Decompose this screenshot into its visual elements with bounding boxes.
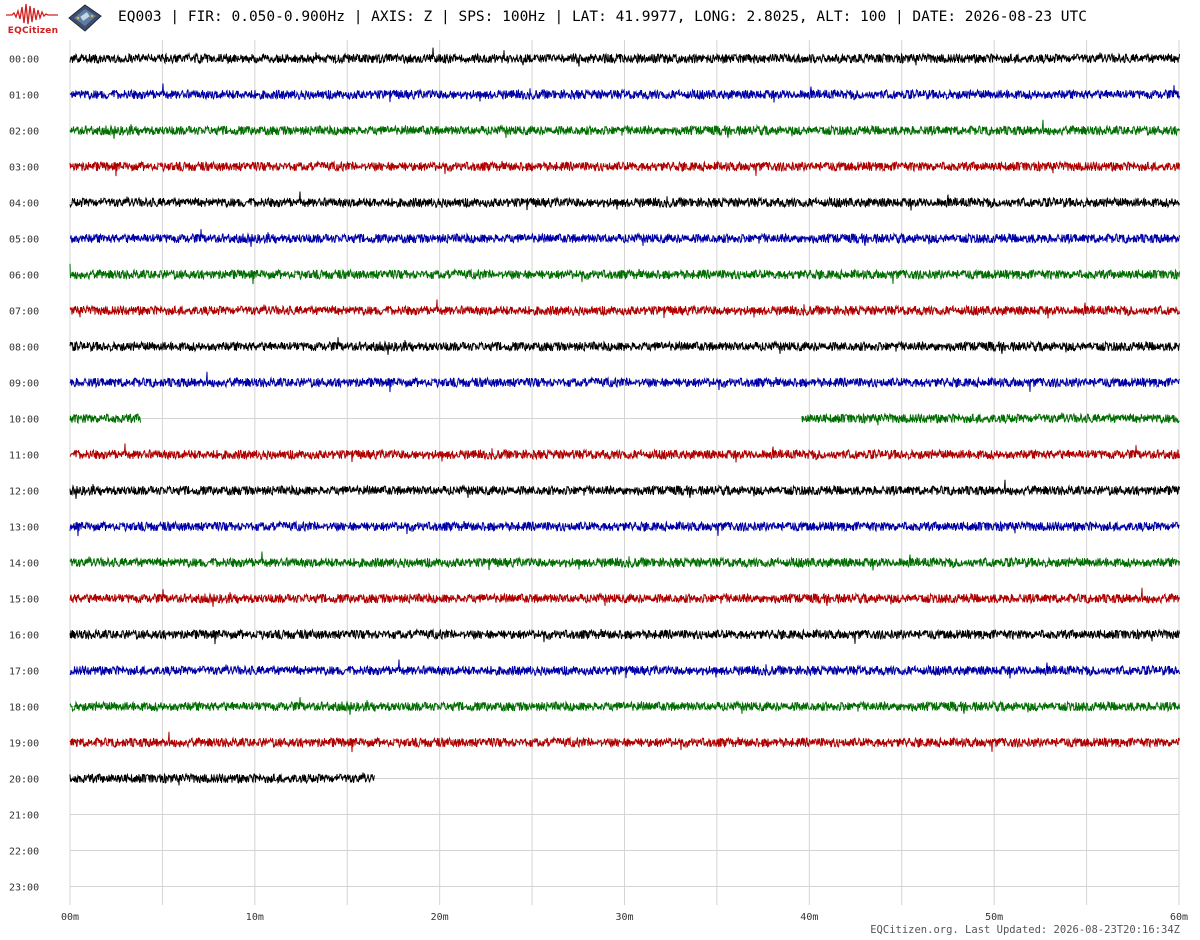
hour-tick-label: 04:00: [9, 199, 39, 210]
hour-tick-label: 11:00: [9, 451, 39, 462]
station-info-title: EQ003 | FIR: 0.050-0.900Hz | AXIS: Z | S…: [118, 9, 1088, 25]
hour-tick-label: 18:00: [9, 703, 39, 714]
hour-tick-label: 20:00: [9, 775, 39, 786]
minute-labels: 00m 10m 20m 30m 40m 50m 60m: [61, 912, 1188, 923]
trace-2000: [69, 772, 375, 786]
eqcitizen-logo: EQCitizen: [4, 2, 60, 36]
hour-tick-label: 19:00: [9, 739, 39, 750]
hour-tick-label: 13:00: [9, 523, 39, 534]
hour-labels: 00:00 01:00 02:00 03:00 04:00 05:00 06:00 07:00…: [9, 55, 39, 894]
helicorder-chart: 00:00 01:00 02:00 03:00 04:00 05:00 06:00 07:00…: [9, 40, 1188, 923]
hour-tick-label: 03:00: [9, 163, 39, 174]
hour-tick-label: 00:00: [9, 55, 39, 66]
hour-tick-label: 14:00: [9, 559, 39, 570]
sensor-device-icon: [68, 4, 102, 32]
hour-tick-label: 21:00: [9, 811, 39, 822]
hour-tick-label: 23:00: [9, 883, 39, 894]
seismogram-logo-icon: [6, 3, 58, 25]
hour-tick-label: 05:00: [9, 235, 39, 246]
hour-tick-label: 01:00: [9, 91, 39, 102]
hour-tick-label: 08:00: [9, 343, 39, 354]
hour-tick-label: 17:00: [9, 667, 39, 678]
minute-tick-label: 60m: [1170, 912, 1188, 923]
hour-tick-label: 16:00: [9, 631, 39, 642]
header: EQCitizen EQ003 | FIR: 0.050-0.900Hz | A…: [0, 0, 1200, 40]
minute-tick-label: 40m: [800, 912, 818, 923]
minute-tick-label: 50m: [985, 912, 1003, 923]
hour-tick-label: 06:00: [9, 271, 39, 282]
hour-tick-label: 10:00: [9, 415, 39, 426]
minute-tick-label: 30m: [615, 912, 633, 923]
last-updated-footer: EQCitizen.org. Last Updated: 2026-08-23T…: [870, 924, 1180, 936]
minute-tick-label: 20m: [431, 912, 449, 923]
hour-tick-label: 02:00: [9, 127, 39, 138]
hour-tick-label: 07:00: [9, 307, 39, 318]
hour-tick-label: 15:00: [9, 595, 39, 606]
minute-tick-label: 10m: [246, 912, 264, 923]
hour-tick-label: 22:00: [9, 847, 39, 858]
logo-text: EQCitizen: [7, 26, 59, 36]
hour-tick-label: 12:00: [9, 487, 39, 498]
hour-tick-label: 09:00: [9, 379, 39, 390]
minute-tick-label: 00m: [61, 912, 79, 923]
